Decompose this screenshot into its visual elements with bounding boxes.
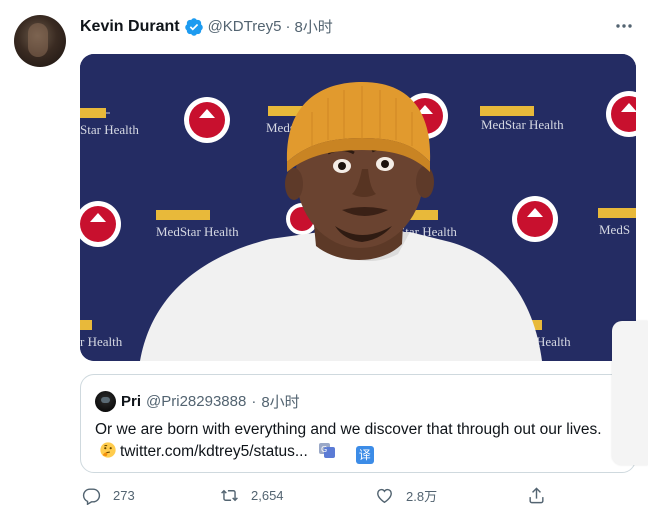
tweet-actions: 273 2,654 2.8万 <box>80 486 636 510</box>
author-handle[interactable]: @KDTrey5 <box>208 18 282 35</box>
like-action[interactable]: 2.8万 <box>375 486 437 505</box>
quoted-tweet-time[interactable]: 8小时 <box>261 391 299 412</box>
retweet-action[interactable]: 2,654 <box>220 486 284 505</box>
share-action[interactable] <box>527 486 546 505</box>
floating-side-panel[interactable] <box>612 321 648 465</box>
quoted-separator-dot: · <box>251 393 257 410</box>
author-name[interactable]: Kevin Durant <box>80 18 180 36</box>
quoted-author-handle[interactable]: @Pri28293888 <box>146 393 246 410</box>
retweet-count: 2,654 <box>251 488 284 503</box>
tweet-media-image[interactable]: Star Health Meds MedStar Health MedStar … <box>80 54 636 361</box>
tweet-header: Kevin Durant @KDTrey5 · 8小时 <box>80 16 333 37</box>
more-options-icon[interactable] <box>614 16 634 36</box>
heart-icon <box>377 488 392 504</box>
author-avatar[interactable] <box>14 15 66 67</box>
quoted-tweet[interactable]: Pri @Pri28293888 · 8小时 Or we are born wi… <box>80 374 636 473</box>
reply-count: 273 <box>113 488 135 503</box>
retweet-icon <box>221 489 238 502</box>
quoted-tweet-body: Or we are born with everything and we di… <box>95 421 602 438</box>
svg-text:G: G <box>321 445 327 454</box>
quoted-tweet-header: Pri @Pri28293888 · 8小时 <box>95 391 300 412</box>
thinking-face-icon <box>100 442 116 458</box>
quoted-tweet-text: Or we are born with everything and we di… <box>95 419 623 464</box>
like-count: 2.8万 <box>406 489 438 504</box>
translate-gray-icon[interactable]: G <box>318 441 336 459</box>
translate-button[interactable]: 译 <box>355 446 374 464</box>
reply-action[interactable]: 273 <box>82 486 135 505</box>
player-figure <box>140 82 542 361</box>
quoted-tweet-link[interactable]: twitter.com/kdtrey5/status... <box>120 443 308 460</box>
verified-badge-icon <box>184 17 203 36</box>
separator-dot: · <box>285 18 291 35</box>
reply-icon <box>82 488 101 505</box>
quoted-author-name[interactable]: Pri <box>121 393 141 410</box>
share-icon <box>529 487 544 504</box>
quoted-author-avatar[interactable] <box>95 391 116 412</box>
tweet-time[interactable]: 8小时 <box>294 16 332 37</box>
